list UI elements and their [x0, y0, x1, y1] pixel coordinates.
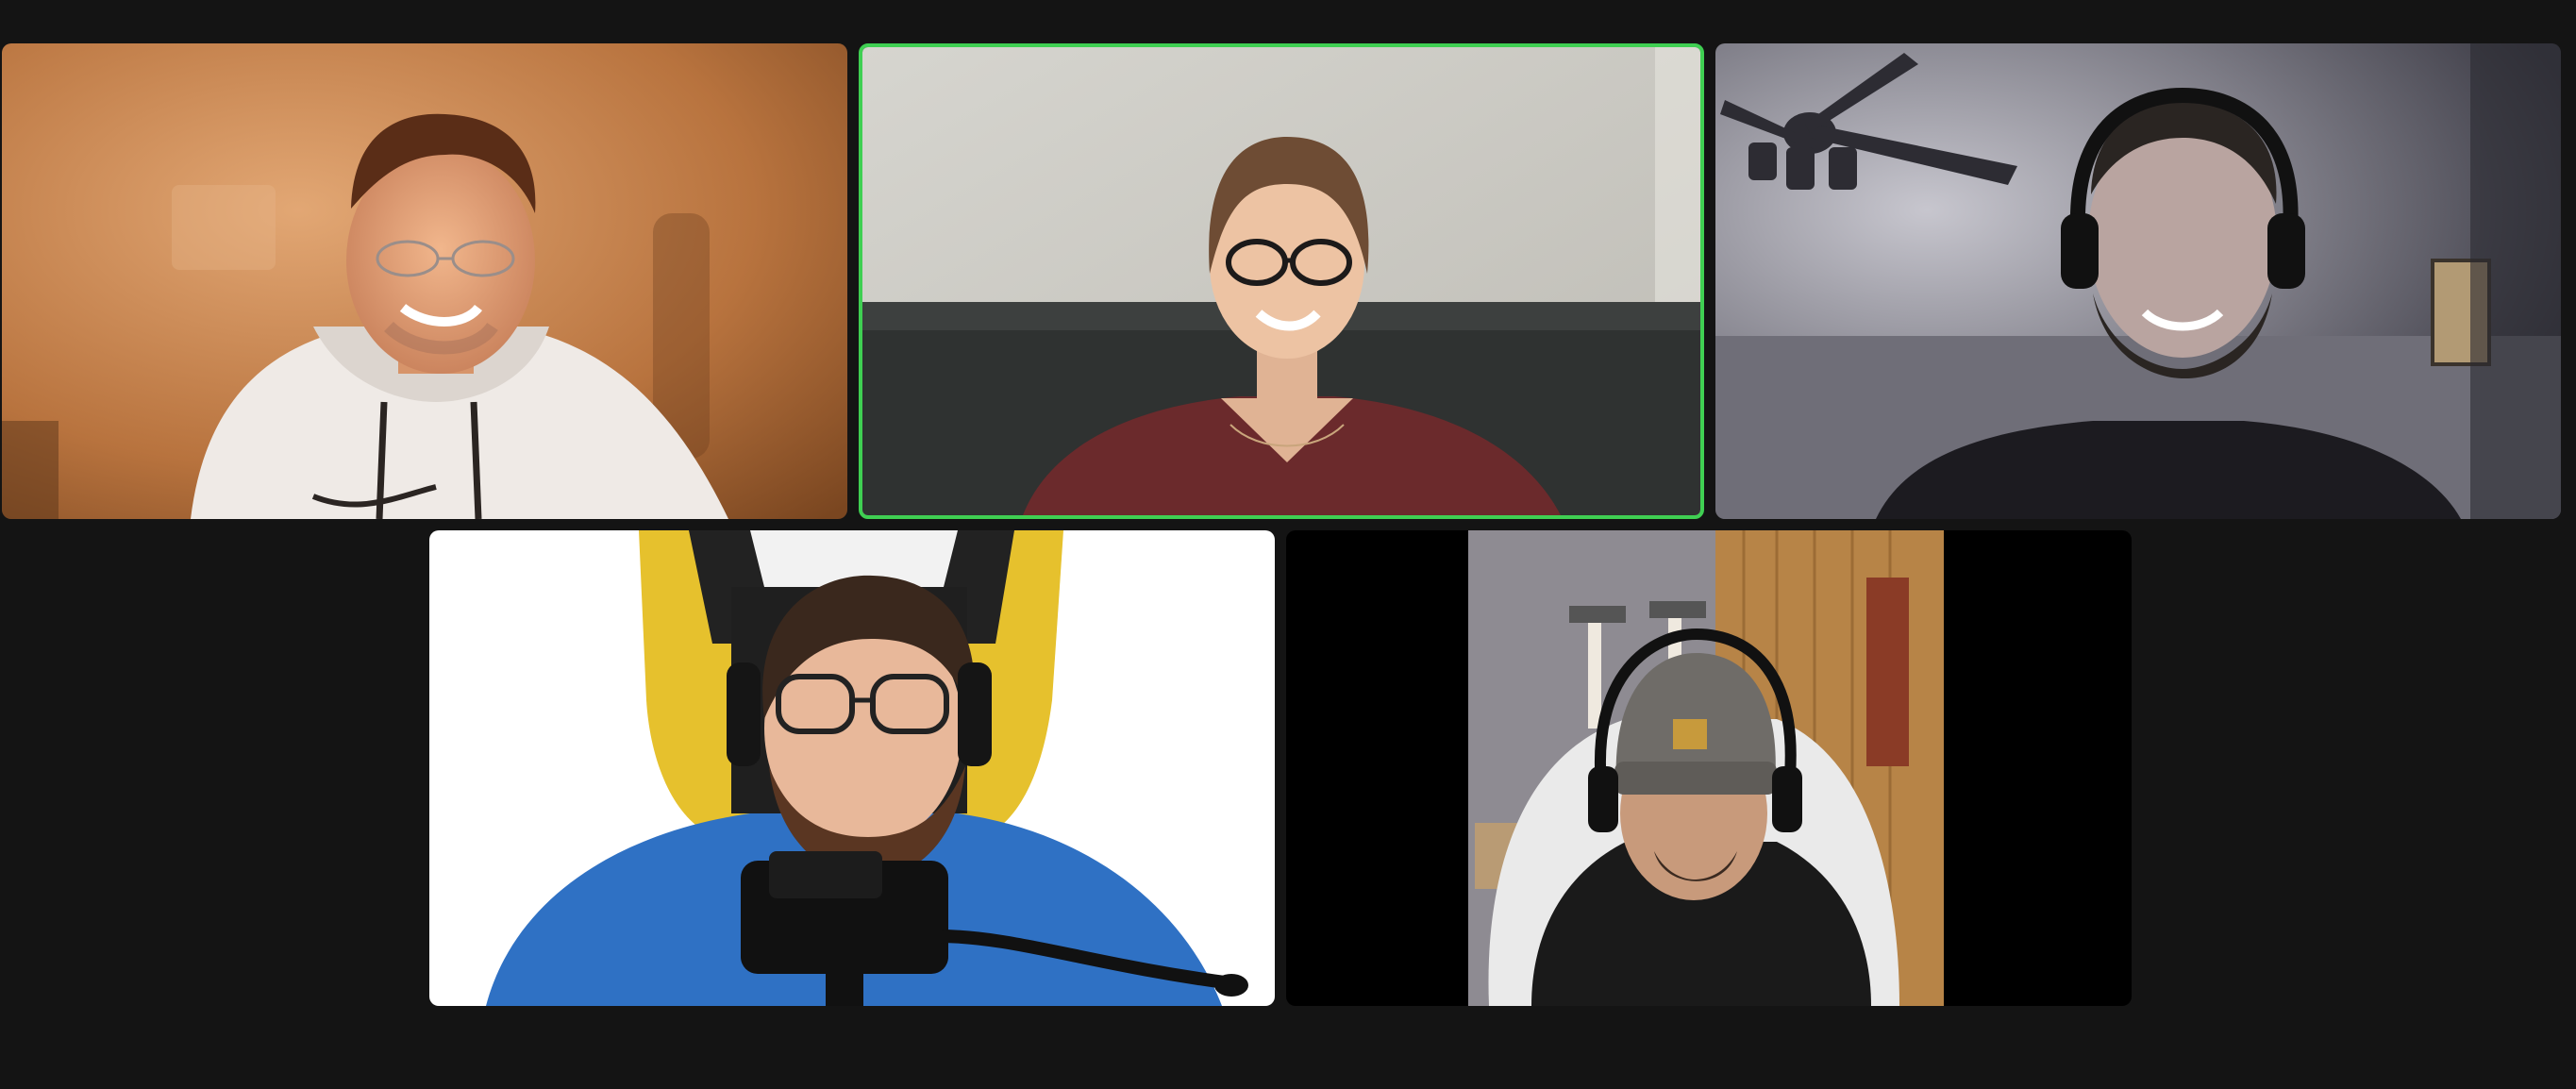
participant-video-tile-active-speaker[interactable]: [859, 43, 1704, 519]
participant-video-tile[interactable]: [1715, 43, 2561, 519]
participant-video-feed: [1715, 43, 2561, 519]
participant-video-feed: [862, 47, 1700, 515]
participant-video-feed: [2, 43, 847, 519]
participant-video-tile[interactable]: [2, 43, 847, 519]
participant-video-feed: [429, 530, 1275, 1006]
participant-video-tile[interactable]: [429, 530, 1275, 1006]
video-gallery: [0, 0, 2576, 1089]
participant-video-tile[interactable]: [1286, 530, 2132, 1006]
participant-video-feed: [1286, 530, 2132, 1006]
